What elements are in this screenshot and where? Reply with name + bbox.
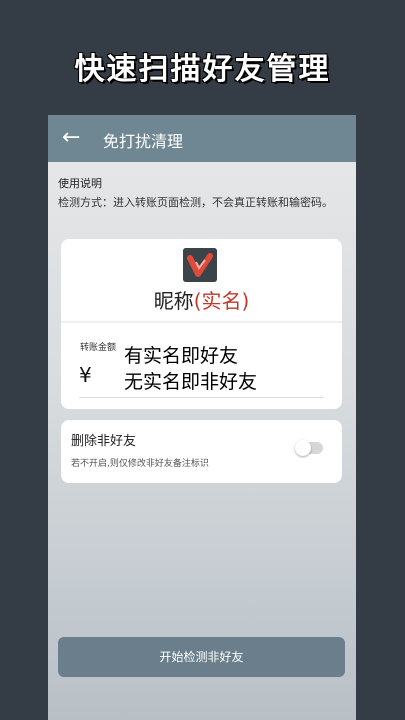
rule-overlay-text: 有实名即好友 无实名即非好友: [124, 343, 257, 395]
app-header: ← 免打扰清理: [48, 115, 356, 162]
rule-line-2: 无实名即非好友: [124, 371, 258, 393]
delete-option-hint: 若不开启,则仅修改非好友备注标识: [71, 459, 209, 469]
phone-screen: ← 免打扰清理 使用说明 检测方式：进入转账页面检测，不会真正转账和输密码。 昵…: [48, 115, 356, 720]
currency-symbol: ¥: [79, 363, 92, 387]
nickname-display: 昵称(实名): [61, 285, 342, 314]
start-detect-button[interactable]: 开始检测非好友: [58, 637, 345, 677]
nickname-text: 昵称: [153, 289, 194, 313]
card-divider: [61, 321, 342, 323]
amount-label: 转账金额: [80, 343, 117, 353]
delete-toggle-switch[interactable]: [295, 440, 323, 456]
realname-tag: (实名): [193, 289, 250, 313]
transfer-preview-card: 昵称(实名) 转账金额 ¥ 有实名即好友 无实名即非好友: [61, 239, 342, 409]
usage-title: 使用说明: [58, 177, 102, 190]
amount-input-line: [79, 397, 324, 398]
rule-line-1: 有实名即好友: [124, 345, 239, 367]
delete-option-label: 删除非好友: [71, 434, 137, 449]
delete-option-card: 删除非好友 若不开启,则仅修改非好友备注标识: [61, 420, 342, 483]
toggle-knob: [295, 440, 311, 456]
promo-title: 快速扫描好友管理: [74, 52, 331, 87]
app-logo-icon: [183, 248, 217, 282]
arrow-left-icon[interactable]: ←: [62, 125, 80, 151]
page-title: 免打扰清理: [103, 132, 184, 151]
usage-description: 检测方式：进入转账页面检测，不会真正转账和输密码。: [58, 196, 333, 209]
